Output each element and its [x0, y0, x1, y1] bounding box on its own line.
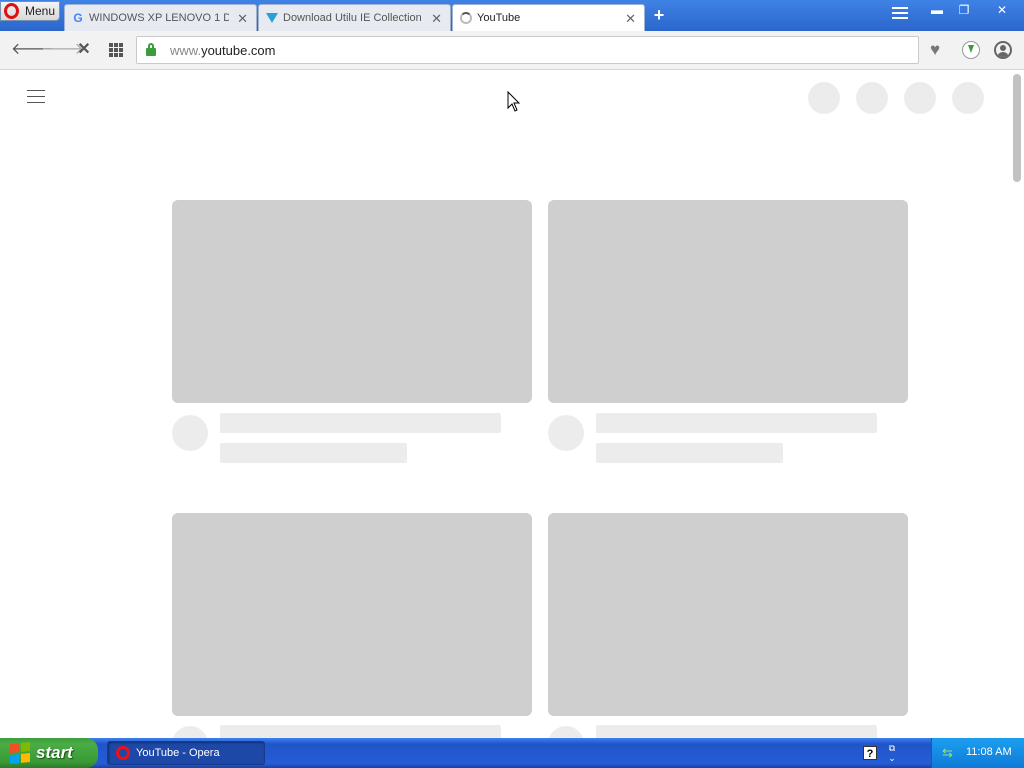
address-field[interactable]: www.youtube.com: [136, 36, 919, 64]
secure-lock-icon: [146, 43, 156, 56]
channel-avatar-placeholder: [172, 726, 208, 738]
browser-tab-strip: Menu G WINDOWS XP LENOVO 1 DO ✕ Download…: [0, 0, 1024, 31]
tab-youtube[interactable]: YouTube ✕: [452, 4, 645, 31]
url-prefix: www.: [170, 43, 202, 58]
start-button[interactable]: start: [0, 738, 98, 768]
back-button[interactable]: 🡐: [11, 40, 54, 60]
video-thumbnail-placeholder: [172, 200, 532, 403]
tab-utilu-download[interactable]: Download Utilu IE Collection ✕: [258, 4, 451, 31]
windows-taskbar: start YouTube - Opera ? ⧉ ⌄ ⇆ 11:08 AM: [0, 738, 1024, 768]
url-text[interactable]: www.youtube.com: [170, 43, 276, 58]
forward-button[interactable]: 🡒: [41, 40, 84, 60]
video-thumbnail-placeholder: [172, 513, 532, 716]
header-icon-placeholder: [952, 82, 984, 114]
help-icon[interactable]: ?: [863, 746, 877, 760]
tab-close-icon[interactable]: ✕: [431, 11, 442, 27]
video-thumbnail-placeholder: [548, 200, 908, 403]
tab-menu-icon[interactable]: [892, 7, 908, 23]
restore-button[interactable]: ❐: [953, 0, 975, 20]
downloads-icon[interactable]: [962, 41, 980, 59]
opera-menu-button[interactable]: Menu: [0, 1, 60, 21]
video-title-placeholder: [220, 725, 501, 738]
video-thumbnail-placeholder: [548, 513, 908, 716]
tab-title: Download Utilu IE Collection: [283, 12, 422, 24]
page-scrollbar[interactable]: [1010, 70, 1024, 738]
mouse-cursor-icon: [507, 91, 521, 112]
system-tray: ⇆ 11:08 AM: [931, 738, 1024, 768]
network-icon[interactable]: ⇆: [942, 746, 956, 760]
new-tab-button[interactable]: +: [650, 6, 668, 24]
channel-avatar-placeholder: [548, 415, 584, 451]
windows-logo-icon: [10, 741, 30, 765]
video-title-placeholder: [220, 413, 501, 433]
loading-spinner-icon: [459, 11, 473, 25]
google-icon: G: [73, 11, 83, 25]
channel-avatar-placeholder: [548, 726, 584, 738]
channel-avatar-placeholder: [172, 415, 208, 451]
taskbar-item-label: YouTube - Opera: [136, 747, 220, 759]
header-icon-placeholder: [904, 82, 936, 114]
taskbar-item-opera[interactable]: YouTube - Opera: [107, 741, 265, 765]
header-icon-placeholder: [856, 82, 888, 114]
show-desktop-icon[interactable]: ⧉ ⌄: [886, 743, 898, 763]
scrollbar-thumb[interactable]: [1013, 74, 1021, 182]
stop-loading-button[interactable]: ✕: [74, 40, 94, 60]
download-icon: [265, 11, 279, 25]
close-window-button[interactable]: ✕: [980, 0, 1024, 20]
menu-label: Menu: [25, 4, 56, 18]
youtube-page-viewport: [0, 70, 1010, 738]
start-label: start: [36, 743, 73, 762]
video-meta-placeholder: [220, 443, 407, 463]
clock[interactable]: 11:08 AM: [966, 746, 1012, 758]
opera-icon: [116, 746, 130, 760]
profile-icon[interactable]: [994, 41, 1012, 59]
url-domain: youtube.com: [201, 43, 276, 58]
opera-logo-icon: [1, 1, 21, 21]
tab-close-icon[interactable]: ✕: [237, 11, 248, 27]
video-meta-placeholder: [596, 443, 783, 463]
video-title-placeholder: [596, 725, 877, 738]
video-title-placeholder: [596, 413, 877, 433]
speed-dial-grid-icon[interactable]: [106, 40, 126, 60]
tab-title: WINDOWS XP LENOVO 1 DO: [89, 12, 229, 24]
navigation-bar: 🡐 🡒 ✕ www.youtube.com ♥: [0, 31, 1024, 70]
header-icon-placeholder: [808, 82, 840, 114]
tab-title: YouTube: [477, 12, 521, 24]
tab-windows-xp[interactable]: G WINDOWS XP LENOVO 1 DO ✕: [64, 4, 257, 31]
minimize-button[interactable]: ▬: [926, 0, 948, 20]
bookmark-heart-button[interactable]: ♥: [920, 36, 950, 64]
guide-menu-icon[interactable]: [27, 90, 45, 104]
tab-close-icon[interactable]: ✕: [625, 11, 636, 27]
